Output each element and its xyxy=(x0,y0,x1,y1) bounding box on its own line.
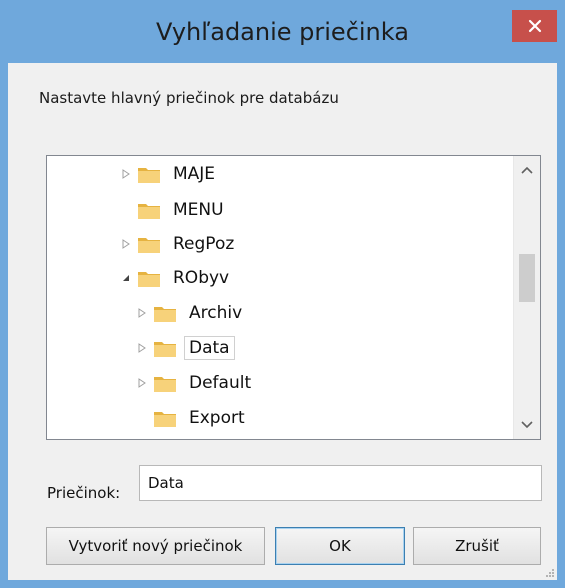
chevron-down-icon xyxy=(521,421,533,429)
tree-item-archiv[interactable]: Archiv xyxy=(135,299,242,327)
tree-item-export[interactable]: Export xyxy=(135,404,245,432)
resize-grip-icon[interactable] xyxy=(545,568,555,578)
tree-item-label: Export xyxy=(189,408,245,428)
no-expander xyxy=(135,411,149,425)
vertical-scrollbar[interactable] xyxy=(513,156,540,439)
close-button[interactable] xyxy=(512,10,557,42)
tree-item-label: MAJE xyxy=(173,164,216,184)
close-icon xyxy=(528,19,541,33)
folder-icon xyxy=(153,338,177,358)
folder-icon xyxy=(153,303,177,323)
new-folder-button[interactable]: Vytvoriť nový priečinok xyxy=(46,527,265,565)
instruction-text: Nastavte hlavný priečinok pre databázu xyxy=(39,89,339,107)
tree-item-label: RObyv xyxy=(173,268,230,288)
collapsed-arrow-icon[interactable] xyxy=(135,306,149,320)
ok-button[interactable]: OK xyxy=(275,527,405,565)
cancel-button[interactable]: Zrušiť xyxy=(413,527,541,565)
chevron-up-icon xyxy=(521,166,533,174)
scroll-down-button[interactable] xyxy=(514,411,540,439)
collapsed-arrow-icon[interactable] xyxy=(119,167,133,181)
tree-item-label: Default xyxy=(189,373,252,393)
folder-icon xyxy=(137,200,161,220)
tree-item-default[interactable]: Default xyxy=(135,369,251,397)
scroll-thumb[interactable] xyxy=(519,254,535,302)
tree-item-label: Archiv xyxy=(189,303,243,323)
scroll-up-button[interactable] xyxy=(514,156,540,184)
folder-icon xyxy=(137,234,161,254)
folder-icon xyxy=(153,408,177,428)
expanded-arrow-icon[interactable] xyxy=(119,271,133,285)
collapsed-arrow-icon[interactable] xyxy=(135,376,149,390)
window-title: Vyhľadanie priečinka xyxy=(156,18,409,46)
folder-icon xyxy=(137,268,161,288)
tree-item-robyv[interactable]: RObyv xyxy=(119,264,229,292)
tree-item-data[interactable]: Data xyxy=(135,334,235,362)
dialog-window: Vyhľadanie priečinka Nastavte hlavný pri… xyxy=(0,0,565,588)
tree-item-label: Data xyxy=(184,336,235,360)
collapsed-arrow-icon[interactable] xyxy=(135,341,149,355)
folder-icon xyxy=(137,164,161,184)
folder-field-label: Priečinok: xyxy=(47,484,121,502)
tree-item-regpoz[interactable]: RegPoz xyxy=(119,230,234,258)
folder-input[interactable] xyxy=(139,465,542,501)
folder-tree[interactable]: MAJE MENU RegPoz RObyv Archiv Data Defau… xyxy=(46,155,541,440)
no-expander xyxy=(119,203,133,217)
folder-icon xyxy=(153,373,177,393)
tree-item-label: RegPoz xyxy=(173,234,235,254)
tree-item-maje[interactable]: MAJE xyxy=(119,160,215,188)
tree-item-label: MENU xyxy=(173,200,224,220)
tree-item-menu[interactable]: MENU xyxy=(119,196,224,224)
collapsed-arrow-icon[interactable] xyxy=(119,237,133,251)
